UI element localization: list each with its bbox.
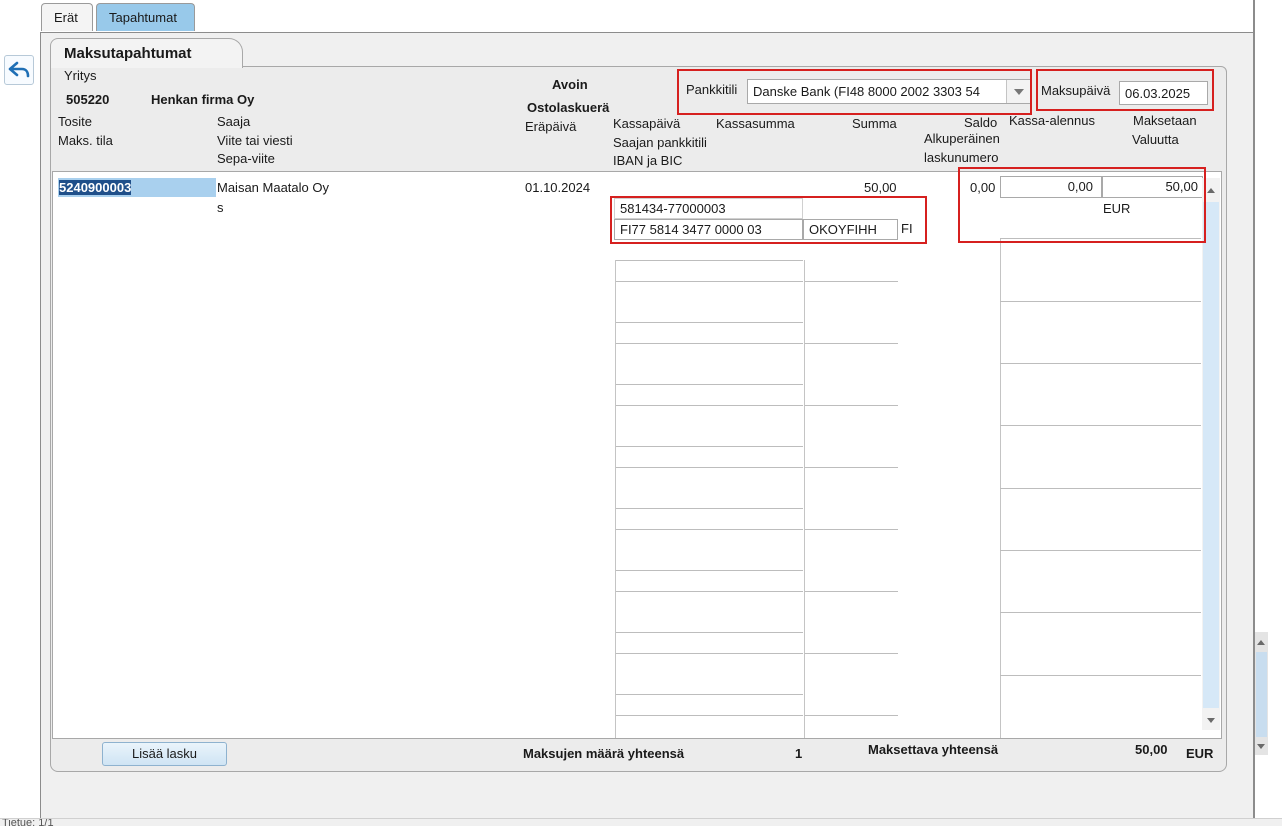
tab-tapahtumat-label: Tapahtumat <box>109 10 177 25</box>
header-cash-amount: Kassasumma <box>716 116 795 131</box>
row-separator <box>615 632 803 633</box>
row-separator <box>805 343 898 344</box>
row-separator <box>615 694 803 695</box>
total-label: Maksettava yhteensä <box>868 742 999 757</box>
outer-scroll-up-icon <box>1257 640 1265 645</box>
row-payee: Maisan Maatalo Oy <box>217 180 329 195</box>
header-currency: Valuutta <box>1132 132 1179 147</box>
company-name: Henkan firma Oy <box>151 92 255 107</box>
row-separator <box>615 715 803 716</box>
column-separator <box>615 260 616 738</box>
row-separator <box>1000 425 1201 426</box>
row-separator <box>615 281 803 282</box>
grid-scroll-thumb[interactable] <box>1203 202 1219 708</box>
row-separator <box>615 508 803 509</box>
header-original-invoice-1: Alkuperäinen <box>924 131 1000 146</box>
annotation-amounts <box>958 167 1206 243</box>
row-separator <box>615 529 803 530</box>
row-separator <box>615 570 803 571</box>
header-amount: Summa <box>852 116 897 131</box>
annotation-bank-account <box>677 69 1032 115</box>
row-separator <box>1000 550 1201 551</box>
row-voucher[interactable]: 5240900003 <box>59 180 132 195</box>
row-separator <box>805 529 898 530</box>
row-separator <box>805 281 898 282</box>
scroll-down-icon[interactable] <box>1207 718 1215 723</box>
total-currency: EUR <box>1186 746 1214 761</box>
row-separator <box>805 467 898 468</box>
row-separator <box>615 322 803 323</box>
row-separator <box>615 384 803 385</box>
company-id: 505220 <box>66 92 110 107</box>
outer-scroll-down-icon <box>1257 744 1265 749</box>
header-pay-status: Maks. tila <box>58 133 113 148</box>
open-label: Avoin <box>552 77 588 92</box>
row-separator <box>615 405 803 406</box>
header-voucher: Tosite <box>58 114 92 129</box>
row-separator <box>615 591 803 592</box>
grid-scrollbar[interactable] <box>1202 178 1220 730</box>
scroll-up-icon[interactable] <box>1207 188 1215 193</box>
add-invoice-label: Lisää lasku <box>131 746 198 761</box>
tab-erat-label: Erät <box>54 10 78 25</box>
row-separator <box>805 405 898 406</box>
row-separator <box>615 260 803 261</box>
back-button[interactable] <box>4 55 34 85</box>
tab-erat[interactable]: Erät <box>41 3 93 31</box>
row-separator <box>1000 363 1201 364</box>
row-separator <box>615 343 803 344</box>
row-separator <box>1000 612 1201 613</box>
row-due-date: 01.10.2024 <box>525 180 591 195</box>
annotation-account-iban <box>610 196 927 244</box>
header-payee-account: Saajan pankkitili <box>613 135 707 150</box>
add-invoice-button[interactable]: Lisää lasku <box>102 742 227 766</box>
outer-scroll-track[interactable] <box>1255 632 1268 755</box>
header-balance: Saldo <box>964 115 998 130</box>
outer-scroll-thumb[interactable] <box>1256 652 1267 737</box>
batch-label: Ostolaskuerä <box>527 100 610 115</box>
total-value: 50,00 <box>1135 742 1168 757</box>
row-separator <box>805 653 898 654</box>
row-separator <box>805 591 898 592</box>
row-separator <box>615 653 803 654</box>
column-separator <box>804 260 805 738</box>
row-separator <box>615 467 803 468</box>
row-separator <box>615 446 803 447</box>
header-original-invoice-2: laskunumero <box>924 150 999 165</box>
annotation-payment-date <box>1036 69 1214 111</box>
header-due-date: Eräpäivä <box>525 119 577 134</box>
header-cash-date: Kassapäivä <box>613 116 681 131</box>
count-value: 1 <box>795 746 803 761</box>
row-reference: s <box>217 200 224 215</box>
row-amount: 50,00 <box>864 180 897 195</box>
back-arrow-icon <box>8 61 30 78</box>
header-to-pay: Maksetaan <box>1133 113 1197 128</box>
header-iban-bic: IBAN ja BIC <box>613 153 683 168</box>
header-reference: Viite tai viesti <box>217 133 293 148</box>
row-separator <box>1000 301 1201 302</box>
row-separator <box>1000 675 1201 676</box>
count-label: Maksujen määrä yhteensä <box>523 746 685 761</box>
row-separator <box>1000 488 1201 489</box>
row-separator <box>805 715 898 716</box>
panel-title: Maksutapahtumat <box>64 45 192 62</box>
tab-tapahtumat[interactable]: Tapahtumat <box>96 3 195 31</box>
company-label: Yritys <box>64 68 97 83</box>
header-cash-discount: Kassa-alennus <box>1009 113 1095 128</box>
header-sepa-ref: Sepa-viite <box>217 151 275 166</box>
header-payee: Saaja <box>217 114 251 129</box>
